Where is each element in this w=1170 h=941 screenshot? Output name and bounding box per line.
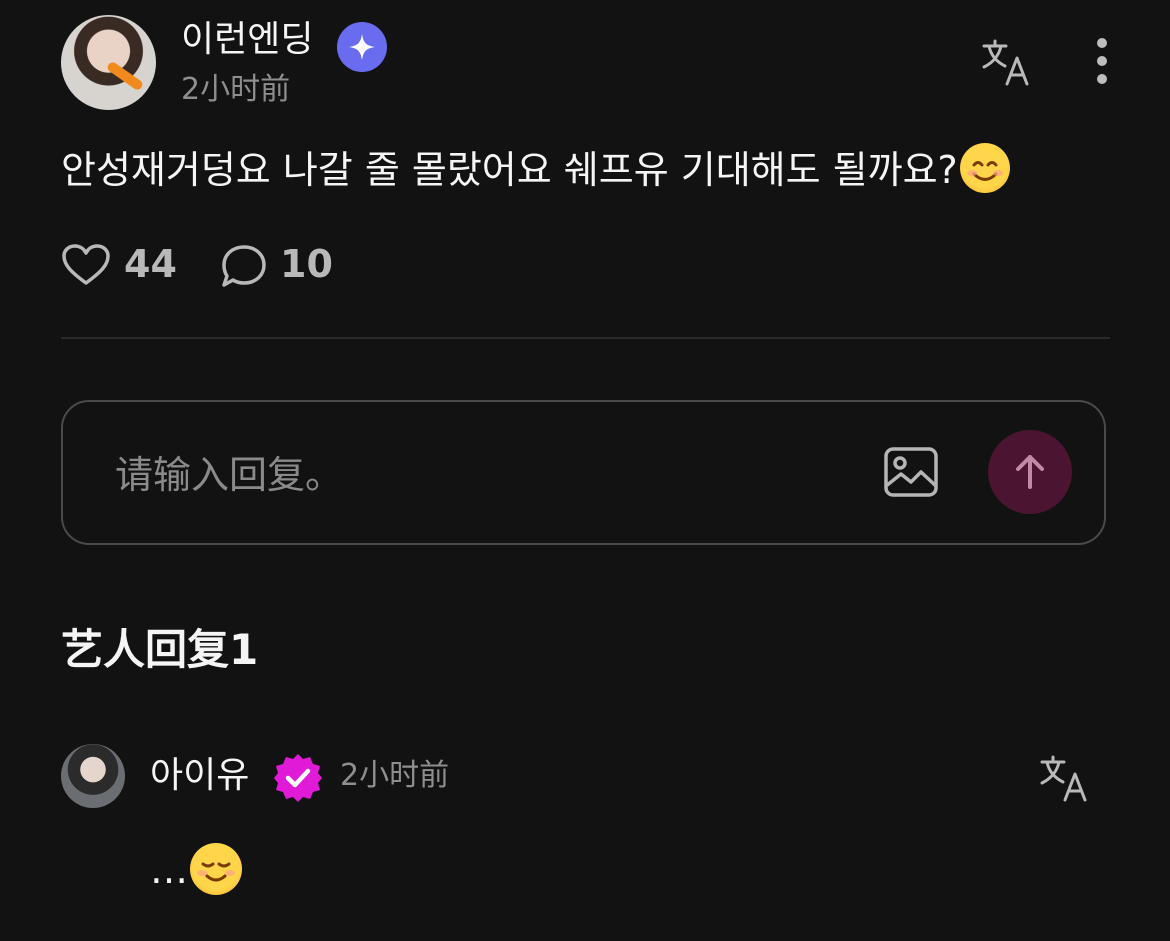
send-button[interactable] — [988, 430, 1072, 514]
post-text-content: 안성재거덩요 나갈 줄 몰랐어요 쉐프유 기대해도 될까요? — [61, 148, 958, 192]
reply-box — [61, 400, 1106, 545]
post-time: 2小时前 — [181, 72, 291, 107]
post-author-name[interactable]: 이런엔딩 — [181, 16, 313, 64]
comment-author-avatar[interactable] — [61, 744, 125, 808]
comment-time: 2小时前 — [340, 758, 450, 793]
arrow-up-icon — [1016, 455, 1044, 489]
artist-replies-title: 艺人回复1 — [61, 625, 259, 674]
relieved-face-emoji-icon — [190, 843, 242, 895]
translate-icon[interactable] — [980, 38, 1032, 88]
comment-text: … — [150, 842, 242, 898]
heart-icon[interactable] — [61, 243, 111, 287]
image-icon[interactable] — [883, 446, 939, 498]
sparkle-badge-icon — [337, 22, 387, 72]
verified-badge-icon — [272, 752, 324, 804]
more-vertical-icon[interactable] — [1092, 38, 1112, 90]
comment-translate-icon[interactable] — [1038, 754, 1090, 804]
reply-input[interactable] — [113, 444, 817, 506]
comment-count: 10 — [280, 242, 333, 286]
smiling-face-emoji-icon — [959, 143, 1010, 193]
like-count: 44 — [124, 242, 177, 286]
post-author-avatar[interactable] — [61, 15, 156, 110]
divider — [61, 337, 1110, 339]
post-text: 안성재거덩요 나갈 줄 몰랐어요 쉐프유 기대해도 될까요? — [61, 142, 1010, 198]
comment-author-name[interactable]: 아이유 — [150, 752, 249, 800]
comment-text-content: … — [150, 848, 188, 892]
comment-bubble-icon[interactable] — [220, 243, 268, 289]
